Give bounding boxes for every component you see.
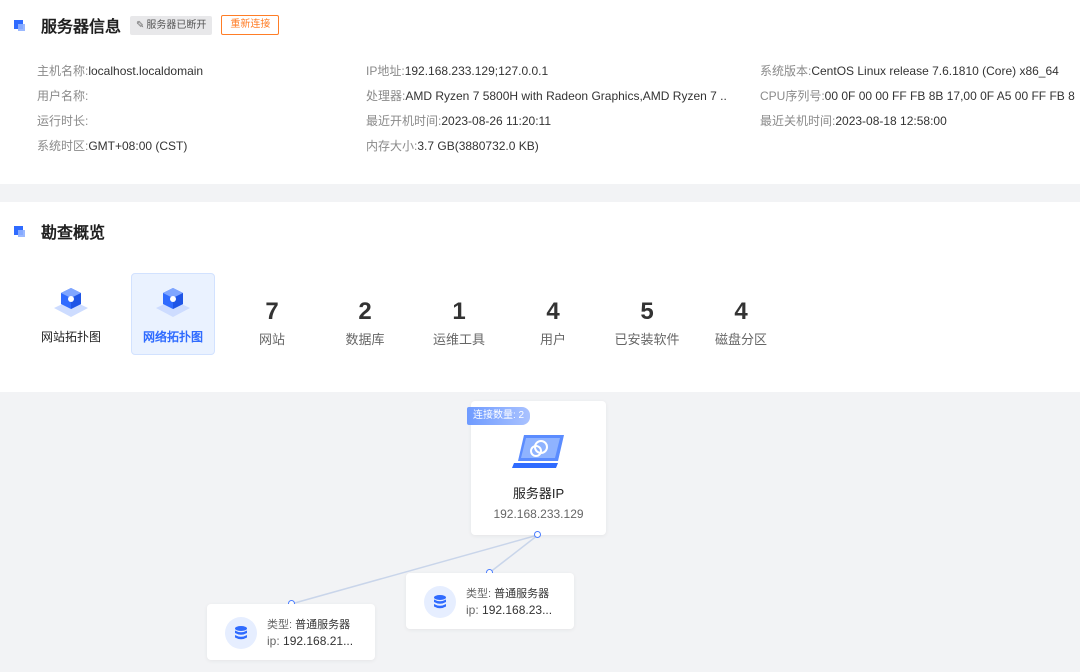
info-value: AMD Ryzen 7 5800H with Radeon Graphics,A… (405, 89, 726, 103)
topology-cube-icon (156, 287, 190, 317)
info-username: 用户名称: (37, 87, 88, 104)
node-ip: ip: 192.168.21... (267, 634, 353, 648)
connection-status-badge: ✎ 服务器已断开 (130, 15, 213, 35)
server-node-name: 服务器IP (512, 486, 565, 501)
stat-databases[interactable]: 2 数据库 (320, 297, 410, 348)
survey-header: 勘查概览 (14, 219, 105, 243)
info-value: 2023-08-26 11:20:11 (441, 114, 551, 128)
stat-label: 网站 (258, 332, 285, 347)
info-processor: 处理器:AMD Ryzen 7 5800H with Radeon Graphi… (366, 87, 726, 104)
stat-count: 4 (546, 298, 560, 325)
info-label: 最近关机时间: (760, 114, 836, 128)
info-memory: 内存大小:3.7 GB(3880732.0 KB) (366, 137, 539, 154)
info-last-shutdown: 最近关机时间:2023-08-18 12:58:00 (760, 112, 947, 129)
info-value: 2023-08-18 12:58:00 (835, 114, 947, 128)
stat-count: 1 (452, 298, 466, 325)
link-icon: ✎ (136, 19, 145, 31)
stat-label: 数据库 (345, 332, 385, 347)
info-label: CPU序列号: (760, 89, 825, 103)
database-icon (424, 586, 456, 618)
info-uptime: 运行时长: (37, 112, 88, 129)
info-ip-address: IP地址:192.168.233.129;127.0.0.1 (366, 62, 548, 79)
server-info-panel: 服务器信息 ✎ 服务器已断开 重新连接 主机名称:localhost.local… (0, 0, 1080, 184)
stat-label: 磁盘分区 (714, 332, 767, 347)
topology-cube-icon (54, 287, 88, 317)
connector-dot[interactable] (534, 531, 541, 538)
stat-ops-tools[interactable]: 1 运维工具 (414, 297, 504, 348)
network-topology-tab[interactable]: 网络拓扑图 (131, 273, 215, 355)
database-icon (225, 617, 257, 649)
website-topology-label: 网站拓扑图 (40, 329, 101, 344)
db-server-node[interactable]: 类型: 普通服务器 ip: 192.168.21... (207, 604, 375, 660)
info-value: GMT+08:00 (CST) (88, 139, 188, 153)
stat-websites[interactable]: 7 网站 (227, 297, 317, 348)
info-label: 最近开机时间: (366, 114, 442, 128)
link-line (488, 534, 539, 574)
node-type-label: 类型: (466, 588, 492, 600)
node-type: 类型: 普通服务器 (267, 616, 350, 632)
info-hostname: 主机名称:localhost.localdomain (37, 62, 203, 79)
info-label: 主机名称: (37, 64, 89, 78)
survey-title: 勘查概览 (41, 225, 106, 242)
node-type-label: 类型: (267, 619, 293, 631)
info-os-version: 系统版本:CentOS Linux release 7.6.1810 (Core… (760, 62, 1059, 79)
stat-installed-software[interactable]: 5 已安装软件 (602, 297, 692, 348)
info-value: localhost.localdomain (88, 64, 204, 78)
network-topology-label: 网络拓扑图 (142, 329, 203, 344)
server-info-title: 服务器信息 (41, 19, 122, 36)
website-topology-tab[interactable]: 网站拓扑图 (29, 273, 113, 355)
info-value: CentOS Linux release 7.6.1810 (Core) x86… (811, 64, 1059, 78)
info-value: 00 0F 00 00 FF FB 8B 17,00 0F A5 00 FF F… (824, 89, 1075, 103)
node-ip-label: ip: (267, 634, 280, 648)
db-server-node[interactable]: 类型: 普通服务器 ip: 192.168.23... (406, 573, 574, 629)
info-label: 内存大小: (366, 139, 418, 153)
server-info-header: 服务器信息 ✎ 服务器已断开 重新连接 (14, 13, 280, 37)
info-timezone: 系统时区:GMT+08:00 (CST) (37, 137, 187, 154)
stat-count: 2 (358, 298, 372, 325)
node-ip-value: 192.168.21... (283, 634, 354, 648)
info-label: 运行时长: (37, 114, 89, 128)
node-ip-value: 192.168.23... (482, 603, 553, 617)
stat-label: 运维工具 (432, 332, 485, 347)
server-node-card[interactable]: 连接数量: 2 服务器IP 192.168.233.129 (467, 401, 606, 535)
info-label: 处理器: (366, 89, 406, 103)
connection-status-text: 服务器已断开 (146, 19, 207, 31)
node-type: 类型: 普通服务器 (466, 585, 549, 601)
info-value: 192.168.233.129;127.0.0.1 (404, 64, 549, 78)
connection-count-badge: 连接数量: 2 (467, 407, 531, 425)
info-label: 用户名称: (37, 89, 89, 103)
info-cpu-serial: CPU序列号:00 0F 00 00 FF FB 8B 17,00 0F A5 … (760, 87, 1075, 104)
stat-count: 4 (734, 298, 748, 325)
stat-count: 7 (265, 298, 279, 325)
stat-disk-partitions[interactable]: 4 磁盘分区 (696, 297, 786, 348)
section-square-icon (14, 19, 25, 31)
stat-label: 用户 (539, 332, 566, 347)
node-type-value: 普通服务器 (295, 619, 351, 631)
info-last-boot: 最近开机时间:2023-08-26 11:20:11 (366, 112, 551, 129)
info-label: IP地址: (366, 64, 405, 78)
server-laptop-icon (512, 435, 564, 468)
section-square-icon (14, 225, 25, 237)
stat-label: 已安装软件 (614, 332, 680, 347)
reconnect-button[interactable]: 重新连接 (221, 15, 280, 35)
node-ip-label: ip: (466, 603, 479, 617)
info-value: 3.7 GB(3880732.0 KB) (417, 139, 539, 153)
stat-count: 5 (640, 298, 654, 325)
node-type-value: 普通服务器 (494, 588, 550, 600)
info-label: 系统时区: (37, 139, 89, 153)
survey-overview-panel: 勘查概览 网站拓扑图 网络拓扑图 7 网站 2 数据库 1 运维工具 4 用户 … (0, 202, 1080, 392)
info-label: 系统版本: (760, 64, 812, 78)
node-ip: ip: 192.168.23... (466, 603, 552, 617)
stat-users[interactable]: 4 用户 (508, 297, 598, 348)
network-topology-canvas[interactable]: 连接数量: 2 服务器IP 192.168.233.129 类型: 普通服务器 … (0, 392, 1080, 672)
server-node-ip: 192.168.233.129 (493, 507, 584, 521)
